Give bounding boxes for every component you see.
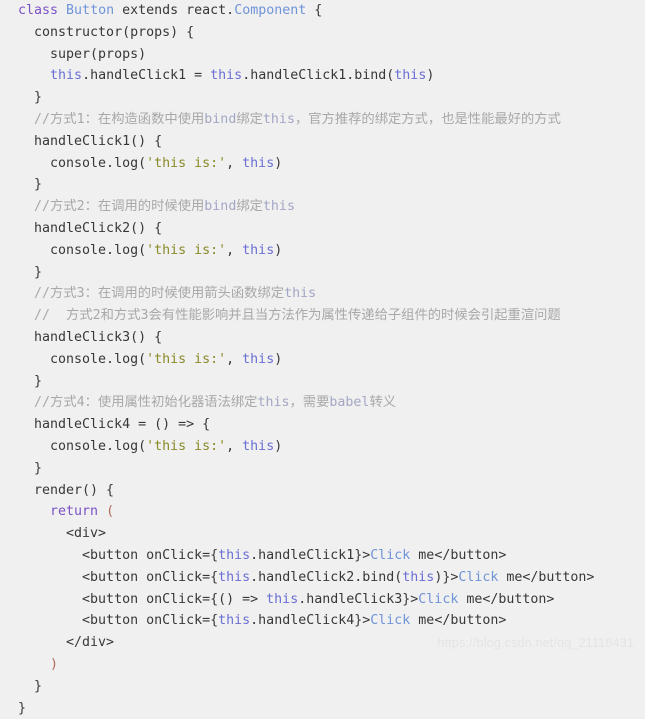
token-this: this	[242, 352, 274, 367]
watermark: https://blog.csdn.net/qq_21118431	[437, 636, 634, 650]
code-line: //方式3：在调用的时候使用箭头函数绑定this	[0, 283, 645, 305]
token-bracket: (	[106, 504, 114, 519]
token-this: this	[218, 570, 250, 585]
code-line: handleClick1() {	[0, 131, 645, 153]
code-line: // 方式2和方式3会有性能影响并且当方法作为属性传递给子组件的时候会引起重渲问…	[0, 305, 645, 327]
token-this: this	[242, 156, 274, 171]
code-line: }	[0, 458, 645, 480]
code-line: console.log('this is:', this)	[0, 153, 645, 175]
token-jsx-text: Click	[458, 570, 498, 585]
token-keyword-return: return	[50, 504, 98, 519]
code-line: console.log('this is:', this)	[0, 436, 645, 458]
token-comment: //方式1：在构造函数中使用	[18, 112, 204, 127]
token-this: this	[394, 68, 426, 83]
code-line: //方式1：在构造函数中使用bind绑定this，官方推荐的绑定方式，也是性能最…	[0, 109, 645, 131]
token-comment: //方式3：在调用的时候使用箭头函数绑定	[18, 286, 284, 301]
token-this: this	[402, 570, 434, 585]
code-line: //方式2：在调用的时候使用bind绑定this	[0, 196, 645, 218]
code-line: return (	[0, 501, 645, 523]
token-this: this	[218, 548, 250, 563]
code-line: <div>	[0, 523, 645, 545]
token-this: this	[266, 592, 298, 607]
code-line: super(props)	[0, 44, 645, 66]
token-comment: //方式4：使用属性初始化器语法绑定	[18, 395, 257, 410]
code-line: <button onClick={this.handleClick4}>Clic…	[0, 610, 645, 632]
code-line: constructor(props) {	[0, 22, 645, 44]
token-this: this	[210, 68, 242, 83]
code-line: }	[0, 174, 645, 196]
code-line: }	[0, 262, 645, 284]
code-line: console.log('this is:', this)	[0, 349, 645, 371]
token-this: this	[50, 68, 82, 83]
code-line: }	[0, 87, 645, 109]
code-line: <button onClick={this.handleClick2.bind(…	[0, 567, 645, 589]
token-this: this	[242, 243, 274, 258]
token-string: 'this is:'	[146, 243, 226, 258]
token-jsx-text: Click	[370, 613, 410, 628]
code-line: handleClick4 = () => {	[0, 414, 645, 436]
token-string: 'this is:'	[146, 156, 226, 171]
token-this: this	[218, 613, 250, 628]
token-comment: // 方式2和方式3会有性能影响并且当方法作为属性传递给子组件的时候会引起重渲问…	[18, 308, 561, 323]
token-string: 'this is:'	[146, 439, 226, 454]
code-line: }	[0, 676, 645, 698]
code-line: )	[0, 654, 645, 676]
code-line: }	[0, 698, 645, 719]
token-jsx-text: Click	[370, 548, 410, 563]
code-line: class Button extends react.Component {	[0, 0, 645, 22]
token-keyword-class: class	[18, 3, 58, 18]
code-block[interactable]: class Button extends react.Component { c…	[0, 0, 645, 666]
code-line: }	[0, 371, 645, 393]
code-line: console.log('this is:', this)	[0, 240, 645, 262]
code-line: <button onClick={() => this.handleClick3…	[0, 589, 645, 611]
token-this: this	[242, 439, 274, 454]
code-line: handleClick2() {	[0, 218, 645, 240]
token-jsx-text: Click	[418, 592, 458, 607]
code-line: <button onClick={this.handleClick1}>Clic…	[0, 545, 645, 567]
token-string: 'this is:'	[146, 352, 226, 367]
token-member-component: Component	[234, 3, 306, 18]
token-bracket: )	[50, 657, 58, 672]
code-line: handleClick3() {	[0, 327, 645, 349]
token-class-name: Button	[66, 3, 114, 18]
code-line: this.handleClick1 = this.handleClick1.bi…	[0, 65, 645, 87]
code-line: render() {	[0, 480, 645, 502]
code-line: //方式4：使用属性初始化器语法绑定this，需要babel转义	[0, 392, 645, 414]
token-comment: //方式2：在调用的时候使用	[18, 199, 204, 214]
